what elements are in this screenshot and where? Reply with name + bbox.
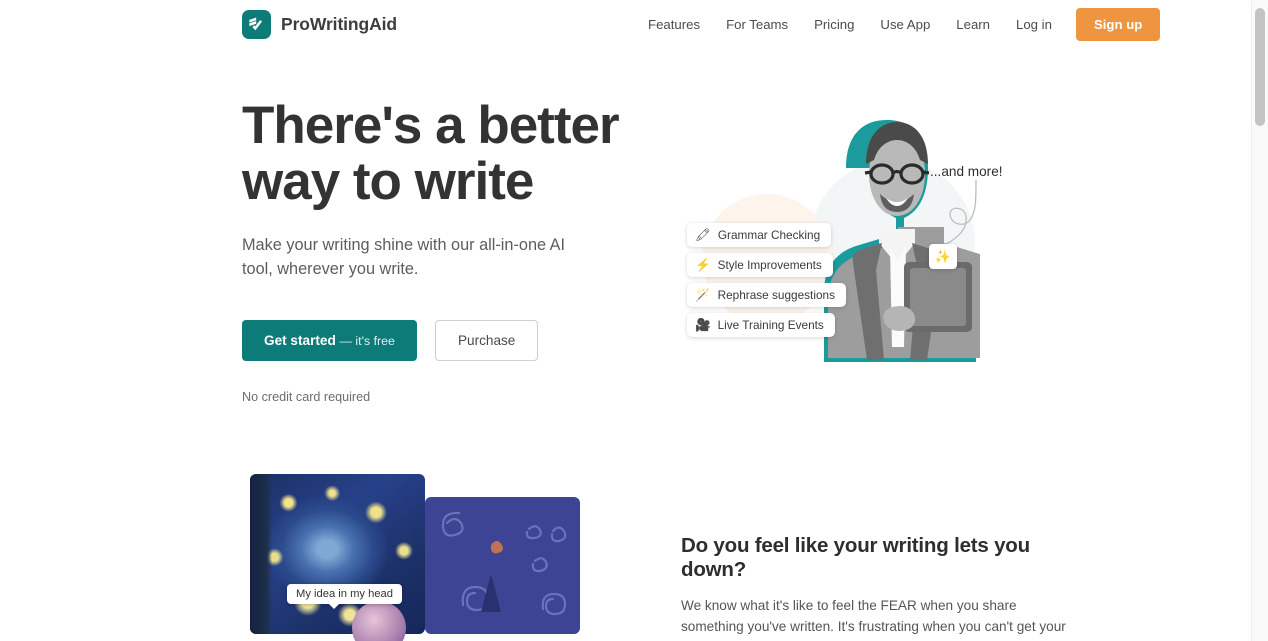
writing-section: My idea in my head Do you feel like your… [0,466,1252,641]
hero-title-line-1: There's a better [242,96,620,155]
feature-chip-style-improvements[interactable]: ⚡ Style Improvements [687,253,833,277]
nav-item-learn[interactable]: Learn [943,11,1003,38]
sign-up-button[interactable]: Sign up [1075,7,1161,41]
nav-item-for-teams[interactable]: For Teams [713,11,801,38]
get-started-suffix: — it's free [339,333,395,348]
hero-copy: There's a better way to write Make your … [242,96,662,404]
hero-title-line-2: way to write [242,152,534,212]
video-camera-icon: 🎥 [695,317,711,332]
brand-name: ProWritingAid [281,13,398,34]
and-more-label: ...and more! [930,164,1003,179]
section-body: We know what it's like to feel the FEAR … [681,597,1066,641]
get-started-label: Get started [264,332,336,348]
feature-chip-rephrase-suggestions[interactable]: 🪄 Rephrase suggestions [687,283,846,307]
feature-chip-list: 🖍 Grammar Checking ⚡ Style Improvements … [687,223,846,337]
curved-arrow-icon [945,179,977,245]
simple-swirls-icon [441,511,567,615]
feature-chip-label: Grammar Checking [717,228,821,242]
artwork-tooltip: My idea in my head [287,583,403,609]
pen-icon: 🖍 [695,227,711,242]
lightning-icon: ⚡ [695,257,711,272]
nav-item-use-app[interactable]: Use App [867,11,943,38]
magic-wand-icon: 🪄 [695,287,711,302]
book-check-icon [242,9,271,39]
feature-chip-live-training-events[interactable]: 🎥 Live Training Events [687,313,835,337]
section-title: Do you feel like your writing lets you d… [681,533,1030,581]
brand-logo-link[interactable]: ProWritingAid [242,9,398,39]
page-root: ProWritingAid Features For Teams Pricing… [0,0,1252,641]
no-credit-card-note: No credit card required [242,389,371,404]
hero-section: There's a better way to write Make your … [0,96,1252,404]
site-header: ProWritingAid Features For Teams Pricing… [0,0,1252,48]
hero-subtitle: Make your writing shine with our all-in-… [242,236,566,278]
sparkle-card: ✨ [929,244,957,269]
get-started-button[interactable]: Get started — it's free [242,319,417,361]
purchase-button[interactable]: Purchase [434,319,539,361]
page-scrollbar[interactable] [1251,0,1268,641]
nav-item-features[interactable]: Features [635,11,713,38]
feature-chip-grammar-checking[interactable]: 🖍 Grammar Checking [687,223,832,247]
cypress-tree-shape [250,473,272,634]
feature-chip-label: Live Training Events [717,318,824,332]
feature-chip-label: Style Improvements [717,258,822,272]
nav-item-log-in[interactable]: Log in [1003,11,1065,38]
hero-title: There's a better way to write [242,96,662,212]
nav-item-pricing[interactable]: Pricing [801,11,867,38]
feature-chip-label: Rephrase suggestions [717,288,835,302]
sparkle-icon: ✨ [934,248,952,264]
scrollbar-thumb[interactable] [1255,8,1265,126]
main-nav: Features For Teams Pricing Use App Learn… [635,7,1161,41]
simplified-painting-image [425,496,580,634]
hero-button-group: Get started — it's free Purchase [242,319,662,361]
artwork-comparison: My idea in my head [242,466,602,641]
hero-illustration: ...and more! ✨ 🖍 Grammar Checking ⚡ Styl… [682,98,1082,398]
writing-copy: Do you feel like your writing lets you d… [681,466,1081,641]
